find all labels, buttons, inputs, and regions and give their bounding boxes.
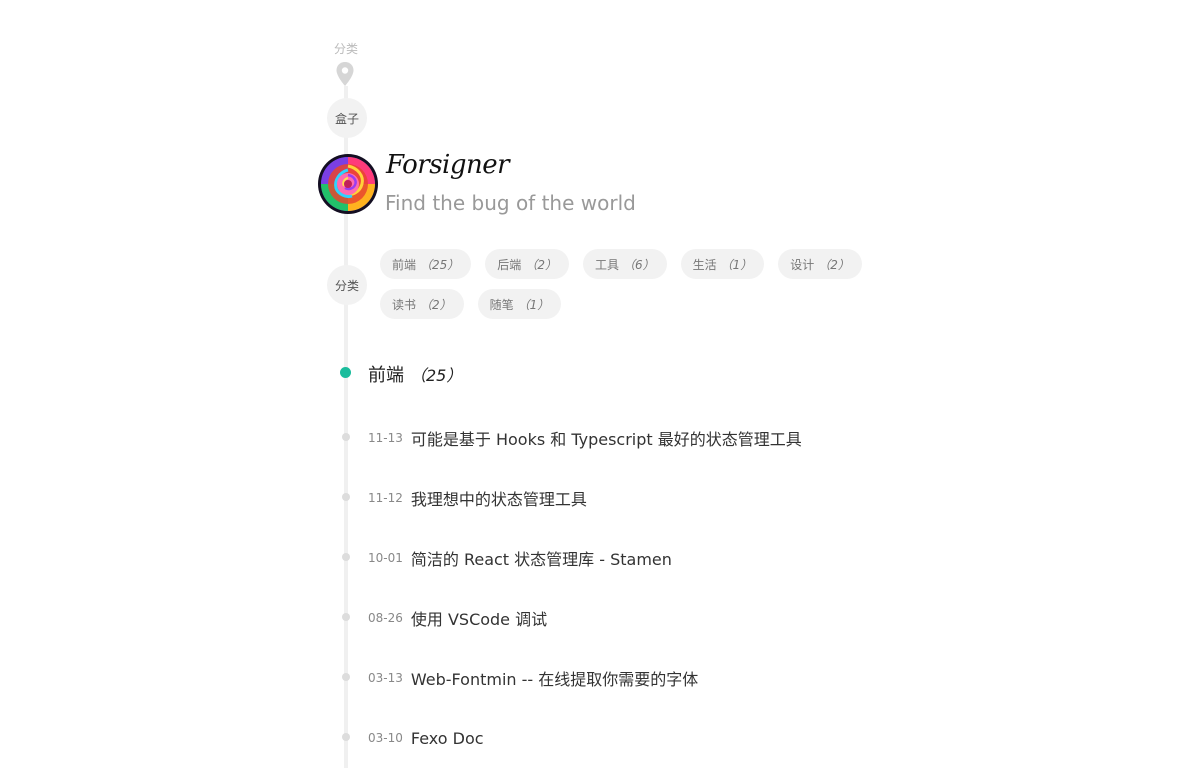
tag-count: （25）	[420, 257, 460, 272]
tag-essay[interactable]: 随笔 （1）	[477, 289, 562, 319]
post-item: 03-13 Web-Fontmin -- 在线提取你需要的字体	[342, 667, 698, 689]
post-title-link[interactable]: Web-Fontmin -- 在线提取你需要的字体	[411, 666, 698, 690]
map-pin-icon	[336, 62, 354, 86]
box-bubble[interactable]: 盒子	[327, 98, 367, 138]
post-title-link[interactable]: 可能是基于 Hooks 和 Typescript 最好的状态管理工具	[411, 426, 802, 450]
tag-count: （6）	[622, 257, 655, 272]
post-item: 11-12 我理想中的状态管理工具	[342, 487, 587, 509]
top-category-label: 分类	[333, 42, 358, 56]
tag-label: 前端	[392, 257, 417, 272]
post-item: 10-01 简洁的 React 状态管理库 - Stamen	[342, 547, 672, 569]
section-dot	[340, 366, 351, 378]
post-date: 11-13	[368, 431, 403, 445]
post-date: 03-10	[368, 731, 403, 745]
site-name[interactable]: Forsigner	[386, 150, 510, 180]
tag-tools[interactable]: 工具 （6）	[582, 249, 667, 279]
post-date: 10-01	[368, 551, 403, 565]
tag-count: （2）	[525, 257, 557, 272]
post-item: 08-26 使用 VSCode 调试	[342, 607, 547, 629]
post-title-link[interactable]: 简洁的 React 状态管理库 - Stamen	[411, 546, 672, 570]
tag-label: 随笔	[489, 297, 514, 312]
tag-count: （2）	[420, 297, 452, 312]
tag-count: （1）	[517, 297, 550, 312]
post-title-link[interactable]: 使用 VSCode 调试	[411, 606, 547, 630]
tag-row: 读书 （2） 随笔 （1）	[380, 289, 820, 319]
tag-frontend[interactable]: 前端 （25）	[380, 249, 472, 279]
post-dot	[342, 613, 350, 621]
section-count: （25）	[410, 366, 463, 385]
category-tag-list: 前端 （25） 后端 （2） 工具 （6） 生活 （1） 设计 （2） 读书 （2） 随笔（…	[380, 249, 862, 329]
tag-label: 工具	[594, 257, 619, 272]
post-dot	[342, 553, 350, 561]
tag-count: （1）	[720, 257, 753, 272]
post-date: 08-26	[368, 611, 403, 625]
post-item: 03-10 Fexo Doc	[342, 727, 484, 749]
tag-label: 生活	[692, 257, 717, 272]
tag-label: 设计	[790, 257, 815, 272]
tag-count: （2）	[818, 257, 850, 272]
post-title-link[interactable]: Fexo Doc	[411, 729, 484, 748]
post-dot	[342, 433, 350, 441]
category-bubble[interactable]: 分类	[327, 265, 367, 305]
rose-avatar-image	[318, 154, 378, 214]
tag-reading[interactable]: 读书 （2）	[380, 289, 464, 319]
section-header: 前端 （25）	[340, 360, 462, 388]
tag-life[interactable]: 生活 （1）	[680, 249, 765, 279]
tag-design[interactable]: 设计 （2）	[778, 249, 862, 279]
section-title[interactable]: 前端	[368, 361, 404, 387]
post-item: 11-13 可能是基于 Hooks 和 Typescript 最好的状态管理工具	[342, 427, 802, 449]
post-dot	[342, 673, 350, 681]
post-dot	[342, 733, 350, 741]
tag-row: 前端 （25） 后端 （2） 工具 （6） 生活 （1） 设计 （2）	[380, 249, 862, 279]
post-title-link[interactable]: 我理想中的状态管理工具	[411, 486, 587, 510]
archive-page: 分类 盒子 Forsigner Find the bug of the worl…	[0, 0, 1188, 768]
tag-label: 后端	[497, 257, 522, 272]
post-date: 11-12	[368, 491, 403, 505]
tag-backend[interactable]: 后端 （2）	[485, 249, 569, 279]
avatar[interactable]	[318, 154, 378, 214]
tag-label: 读书	[392, 297, 417, 312]
post-date: 03-13	[368, 671, 403, 685]
post-dot	[342, 493, 350, 501]
site-description: Find the bug of the world	[385, 191, 636, 215]
